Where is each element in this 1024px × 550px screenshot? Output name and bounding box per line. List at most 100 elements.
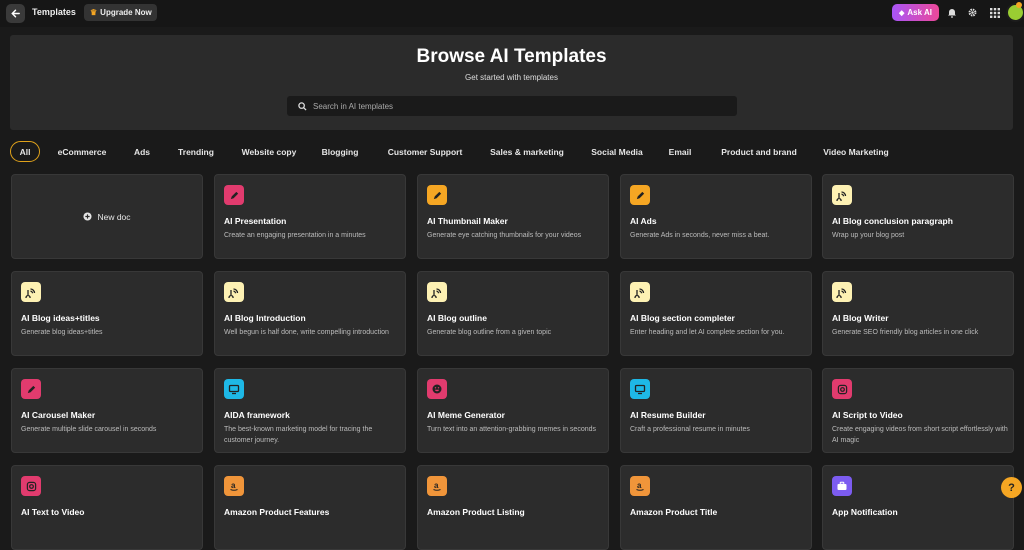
template-description: Enter heading and let AI complete sectio… [630,329,785,336]
blog-icon [224,282,244,302]
template-card[interactable]: a Amazon Product Listing [417,465,609,550]
template-title: AI Meme Generator [427,410,505,420]
page-title: Templates [32,7,76,17]
tab-social-media[interactable]: Social Media [584,141,650,162]
template-card[interactable]: AI Carousel Maker Generate multiple slide… [11,368,203,453]
smile-icon [427,379,447,399]
tab-video-marketing[interactable]: Video Marketing [816,141,896,162]
template-card[interactable]: AIDA framework The best-known marketing m… [214,368,406,453]
template-description: Generate SEO friendly blog articles in o… [832,329,979,336]
blog-icon [21,282,41,302]
blog-icon [832,282,852,302]
tab-all[interactable]: All [10,141,40,162]
monitor-icon [224,379,244,399]
hero-title: Browse AI Templates [416,46,607,67]
template-card[interactable]: AI Text to Video [11,465,203,550]
template-card[interactable]: AI Blog Introduction Well begun is half d… [214,271,406,356]
pencil-icon [21,379,41,399]
template-card[interactable]: AI Meme Generator Turn text into an atten… [417,368,609,453]
template-card[interactable]: AI Blog section completer Enter heading a… [620,271,812,356]
tab-blogging[interactable]: Blogging [316,141,364,162]
pencil-icon [427,185,447,205]
instagram-icon [832,379,852,399]
search-input[interactable] [313,101,713,111]
template-card[interactable]: AI Blog conclusion paragraph Wrap up your… [822,174,1014,259]
blog-icon [832,185,852,205]
blog-icon [630,282,650,302]
plus-circle-icon [83,212,93,221]
amazon-icon: a [224,476,244,496]
template-title: AI Script to Video [832,410,903,420]
chat-icon: ◆ [899,9,905,17]
tab-product-and-brand[interactable]: Product and brand [712,141,806,162]
amazon-icon: a [630,476,650,496]
hero-banner: Browse AI Templates Get started with tem… [10,35,1013,130]
search-bar[interactable] [287,96,737,116]
template-title: AIDA framework [224,410,290,420]
back-button[interactable] [6,4,25,23]
tab-sales-marketing[interactable]: Sales & marketing [483,141,571,162]
template-description: Craft a professional resume in minutes [630,426,750,433]
apps-grid-icon[interactable] [988,6,1001,19]
template-title: AI Thumbnail Maker [427,216,508,226]
tab-ads[interactable]: Ads [128,141,156,162]
template-card[interactable]: App Notification [822,465,1014,550]
crown-icon: ♛ [90,8,98,17]
pencil-icon [630,185,650,205]
template-card[interactable]: AI Thumbnail Maker Generate eye catching … [417,174,609,259]
template-card[interactable]: AI Resume Builder Craft a professional re… [620,368,812,453]
template-description: Generate multiple slide carousel in seco… [21,426,157,433]
hero-subtitle: Get started with templates [465,73,558,82]
template-card[interactable]: AI Blog ideas+titles Generate blog ideas+… [11,271,203,356]
svg-text:a: a [231,481,236,490]
svg-text:a: a [637,481,642,490]
back-arrow-icon [11,9,20,18]
template-description: Create engaging videos from short script… [832,426,1008,444]
instagram-icon [21,476,41,496]
blog-icon [427,282,447,302]
template-card[interactable]: a Amazon Product Title [620,465,812,550]
template-title: AI Blog Writer [832,313,889,323]
top-bar: Templates ♛ Upgrade Now ◆ Ask AI [0,0,1024,27]
search-icon [298,101,307,111]
tab-website-copy[interactable]: Website copy [234,141,304,162]
template-card[interactable]: AI Script to Video Create engaging videos… [822,368,1014,453]
tab-email[interactable]: Email [663,141,697,162]
template-title: AI Presentation [224,216,287,226]
template-card[interactable]: a Amazon Product Features [214,465,406,550]
template-title: AI Resume Builder [630,410,706,420]
bell-icon[interactable] [945,6,958,19]
template-description: Generate blog outline from a given topic [427,329,552,336]
help-label: ? [1008,481,1015,494]
template-title: AI Blog ideas+titles [21,313,100,323]
gear-icon[interactable] [966,6,979,19]
new-doc-label: New doc [97,211,131,222]
tab-trending[interactable]: Trending [171,141,221,162]
monitor-icon [630,379,650,399]
template-card[interactable]: AI Blog outline Generate blog outline fro… [417,271,609,356]
ask-ai-button[interactable]: ◆ Ask AI [892,4,939,21]
template-card[interactable]: AI Ads Generate Ads in seconds, never mis… [620,174,812,259]
template-title: AI Blog outline [427,313,487,323]
template-card[interactable]: AI Blog Writer Generate SEO friendly blog… [822,271,1014,356]
new-doc-card[interactable]: New doc [11,174,203,259]
notification-dot [1016,2,1022,8]
template-title: AI Ads [630,216,657,226]
amazon-icon: a [427,476,447,496]
template-description: Create an engaging presentation in a min… [224,232,366,239]
template-title: AI Carousel Maker [21,410,96,420]
upgrade-label: Upgrade Now [100,8,152,17]
upgrade-button[interactable]: ♛ Upgrade Now [84,4,157,21]
tab-customer-support[interactable]: Customer Support [379,141,471,162]
template-description: Generate Ads in seconds, never miss a be… [630,232,770,239]
template-description: Generate eye catching thumbnails for you… [427,232,582,239]
template-card[interactable]: AI Presentation Create an engaging presen… [214,174,406,259]
template-description: The best-known marketing model for traci… [224,426,373,444]
help-button[interactable]: ? [1001,477,1022,498]
template-title: AI Blog Introduction [224,313,306,323]
briefcase-icon [832,476,852,496]
template-description: Generate blog ideas+titles [21,329,103,336]
template-title: AI Blog section completer [630,313,735,323]
tab-ecommerce[interactable]: eCommerce [51,141,113,162]
template-description: Well begun is half done, write compellin… [224,329,389,336]
